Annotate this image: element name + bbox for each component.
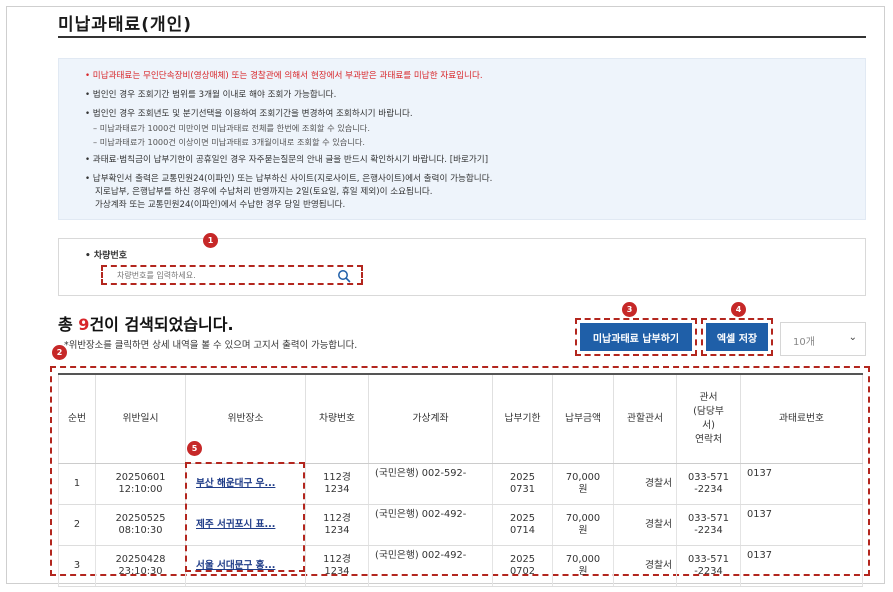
notice-subline-1: – 미납과태료가 1000건 미만이면 미납과태료 전체를 한번에 조회할 수 … <box>93 123 370 133</box>
violation-location-link[interactable]: 제주 서귀포시 표... <box>196 519 275 530</box>
col-header-no: 순번 <box>58 373 96 464</box>
chevron-down-icon: ⌄ <box>848 332 857 343</box>
cell-account: (국민은행) 002-492- <box>368 545 493 587</box>
table-row: 1 20250601 12:10:00 부산 해운대구 우... 112경 12… <box>58 463 863 505</box>
cell-no: 3 <box>58 545 96 587</box>
step-badge-3: 3 <box>622 302 637 317</box>
cell-office: 경찰서 <box>613 545 677 587</box>
page-title: 미납과태료(개인) <box>58 15 193 35</box>
pay-button-highlight: 미납과태료 납부하기 <box>575 318 697 356</box>
notice-line-3: • 법인인 경우 조회년도 및 분기선택을 이용하여 조회기간을 변경하여 조회… <box>85 109 413 119</box>
step-badge-2: 2 <box>52 345 67 360</box>
result-count-suffix: 건이 검색되었습니다. <box>89 315 234 334</box>
title-divider <box>58 36 866 38</box>
results-table: 순번 위반일시 위반장소 차량번호 가상계좌 납부기한 납부금액 관할관서 관서… <box>58 373 863 587</box>
cell-location: 서울 서대문구 홍... <box>185 545 306 587</box>
page-size-select[interactable]: 10개 ⌄ <box>780 322 866 356</box>
cell-phone: 033-571 -2234 <box>676 504 741 546</box>
cell-plate: 112경 1234 <box>305 504 369 546</box>
plate-number-label: • 차량번호 <box>85 251 128 261</box>
notice-line-5: • 납부확인서 출력은 교통민원24(이파인) 또는 납부하신 사이트(지로사이… <box>85 174 493 184</box>
step-badge-4: 4 <box>731 302 746 317</box>
cell-phone: 033-571 -2234 <box>676 463 741 505</box>
col-header-account: 가상계좌 <box>368 373 493 464</box>
cell-office: 경찰서 <box>613 463 677 505</box>
search-panel: • 차량번호 <box>58 238 866 296</box>
cell-amount: 70,000 원 <box>552 545 614 587</box>
table-row: 2 20250525 08:10:30 제주 서귀포시 표... 112경 12… <box>58 504 863 546</box>
cell-due: 2025 0702 <box>492 545 553 587</box>
table-header-row: 순번 위반일시 위반장소 차량번호 가상계좌 납부기한 납부금액 관할관서 관서… <box>58 373 863 464</box>
table-row: 3 20250428 23:10:30 서울 서대문구 홍... 112경 12… <box>58 545 863 587</box>
notice-subline-2: – 미납과태료가 1000건 이상이면 미납과태료 3개월이내로 조회할 수 있… <box>93 137 366 147</box>
notice-line-2: • 법인인 경우 조회기간 범위를 3개월 이내로 해야 조회가 가능합니다. <box>85 90 337 100</box>
step-badge-5: 5 <box>187 441 202 456</box>
result-count: 총 9건이 검색되었습니다. <box>58 311 234 335</box>
cell-due: 2025 0731 <box>492 463 553 505</box>
cell-datetime: 20250525 08:10:30 <box>95 504 186 546</box>
result-count-prefix: 총 <box>58 315 79 334</box>
cell-datetime: 20250601 12:10:00 <box>95 463 186 505</box>
cell-no: 2 <box>58 504 96 546</box>
cell-office: 경찰서 <box>613 504 677 546</box>
col-header-amount: 납부금액 <box>552 373 614 464</box>
cell-fine-no: 0137 <box>740 504 863 546</box>
cell-datetime: 20250428 23:10:30 <box>95 545 186 587</box>
cell-due: 2025 0714 <box>492 504 553 546</box>
cell-phone: 033-571 -2234 <box>676 545 741 587</box>
violation-location-link[interactable]: 서울 서대문구 홍... <box>196 560 275 571</box>
cell-no: 1 <box>58 463 96 505</box>
cell-amount: 70,000 원 <box>552 504 614 546</box>
cell-plate: 112경 1234 <box>305 463 369 505</box>
result-count-number: 9 <box>78 315 90 334</box>
pay-unpaid-fines-button[interactable]: 미납과태료 납부하기 <box>580 323 692 351</box>
excel-button-highlight: 엑셀 저장 <box>701 318 773 356</box>
col-header-due: 납부기한 <box>492 373 553 464</box>
step-badge-1: 1 <box>203 233 218 248</box>
col-header-phone: 관서 (담당부 서) 연락처 <box>676 373 741 464</box>
col-header-fine-no: 과태료번호 <box>740 373 863 464</box>
result-hint: *위반장소를 클릭하면 상세 내역을 볼 수 있으며 고지서 출력이 가능합니다… <box>64 340 358 351</box>
notice-line-5c: 가상계좌 또는 교통민원24(이파인)에서 수납한 경우 당일 반영됩니다. <box>95 200 346 210</box>
page-size-value: 10개 <box>793 337 815 348</box>
results-table-highlight: 순번 위반일시 위반장소 차량번호 가상계좌 납부기한 납부금액 관할관서 관서… <box>50 366 870 587</box>
cell-account: (국민은행) 002-592- <box>368 463 493 505</box>
col-header-office: 관할관서 <box>613 373 677 464</box>
cell-account: (국민은행) 002-492- <box>368 504 493 546</box>
cell-amount: 70,000 원 <box>552 463 614 505</box>
search-icon[interactable] <box>337 269 351 283</box>
plate-number-input[interactable] <box>117 269 327 282</box>
cell-fine-no: 0137 <box>740 463 863 505</box>
cell-location: 제주 서귀포시 표... <box>185 504 306 546</box>
col-header-plate: 차량번호 <box>305 373 369 464</box>
notice-line-4[interactable]: • 과태료·범칙금이 납부기한이 공휴일인 경우 자주묻는질문의 안내 글을 반… <box>85 154 488 167</box>
cell-fine-no: 0137 <box>740 545 863 587</box>
violation-location-link[interactable]: 부산 해운대구 우... <box>196 478 275 489</box>
notice-line-1: • 미납과태료는 무인단속장비(영상매체) 또는 경찰관에 의해서 현장에서 부… <box>85 71 483 81</box>
col-header-location: 위반장소 <box>185 373 306 464</box>
notice-line-5b: 지로납부, 은행납부를 하신 경우에 수납처리 반영까지는 2일(토요일, 휴일… <box>95 187 433 197</box>
cell-plate: 112경 1234 <box>305 545 369 587</box>
notice-box: • 미납과태료는 무인단속장비(영상매체) 또는 경찰관에 의해서 현장에서 부… <box>58 58 866 220</box>
col-header-datetime: 위반일시 <box>95 373 186 464</box>
cell-location: 부산 해운대구 우... <box>185 463 306 505</box>
excel-save-button[interactable]: 엑셀 저장 <box>706 323 768 351</box>
plate-search-field <box>101 265 363 285</box>
